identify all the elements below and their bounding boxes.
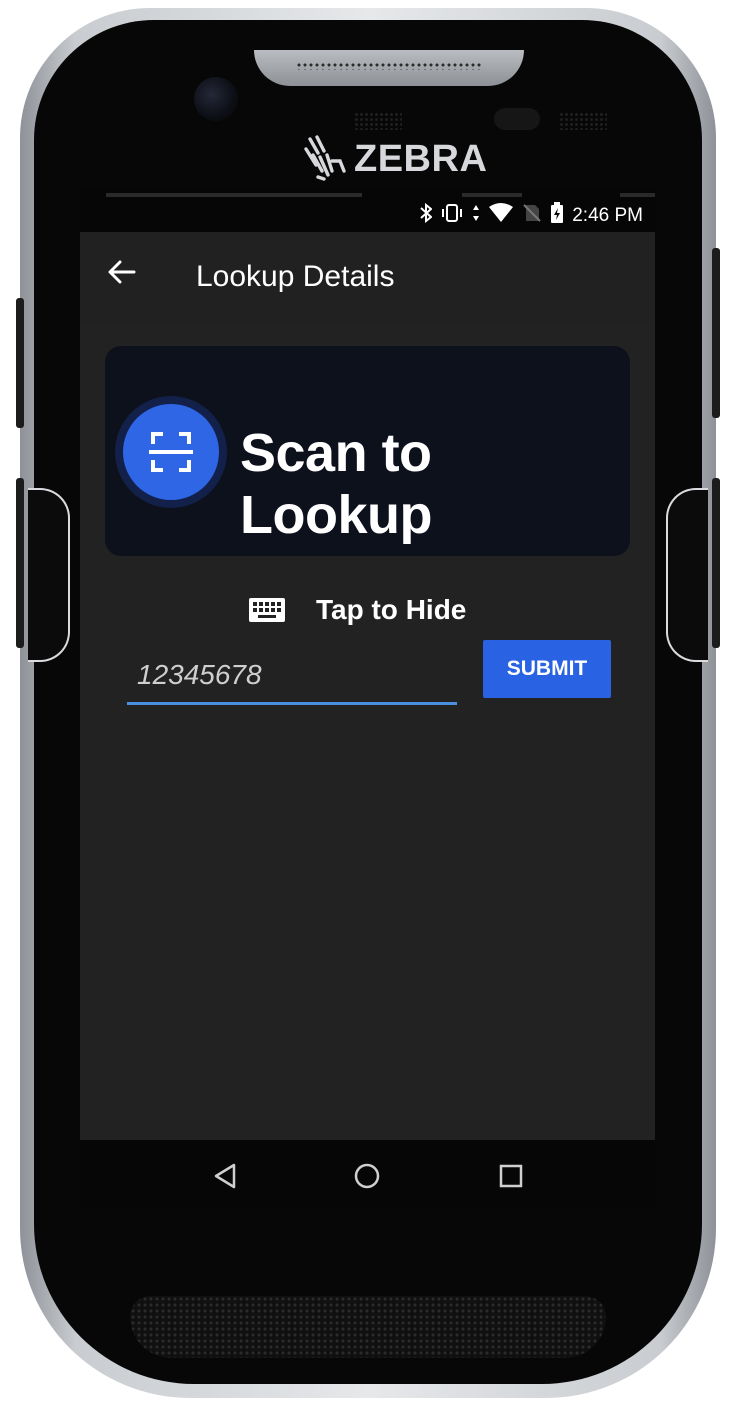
earpiece-speaker [254,50,524,86]
right-side-button-upper [712,248,720,418]
bottom-speaker-grill [130,1296,606,1358]
barcode-scan-icon [149,432,193,472]
bluetooth-icon [420,202,433,229]
vibrate-icon [440,203,464,229]
right-scan-trigger [666,488,708,662]
nav-back-button[interactable] [207,1158,243,1194]
zebra-head-icon [304,135,346,181]
brand-logo: ZEBRA [302,134,487,184]
proximity-sensor [494,108,540,130]
lookup-input[interactable] [127,650,457,700]
right-side-button-lower [712,478,720,648]
recents-icon [499,1164,523,1188]
left-scan-trigger [28,488,70,662]
back-button[interactable] [106,256,142,292]
sensor-grill-left [354,112,402,130]
toggle-label: Tap to Hide [316,594,467,625]
navigation-bar [80,1140,655,1208]
keyboard-icon [249,598,285,622]
page-title: Lookup Details [196,260,395,293]
status-bar: 2:46 PM [80,188,655,232]
submit-button[interactable]: SUBMIT [483,640,611,698]
status-time: 2:46 PM [572,205,643,226]
lookup-input-field[interactable] [127,650,457,705]
nav-recents-button[interactable] [493,1158,529,1194]
nav-home-button[interactable] [349,1158,385,1194]
app-bar: Lookup Details [80,232,655,323]
left-side-button-lower [16,478,24,648]
scan-label: Scan to Lookup [240,423,432,545]
front-camera [194,77,238,121]
wifi-icon [488,203,514,229]
left-side-button-upper [16,298,24,428]
data-arrows-icon [472,203,480,229]
keyboard-toggle[interactable]: Tap to Hide [248,592,466,628]
arrow-left-icon [108,260,136,284]
home-icon [354,1163,380,1189]
scan-to-lookup-card[interactable]: Scan to Lookup [105,346,630,556]
brand-name: ZEBRA [354,137,488,180]
back-icon [214,1163,236,1189]
no-sim-icon [522,203,542,229]
sensor-grill-right [559,112,607,130]
scan-button[interactable] [115,396,227,508]
battery-charging-icon [550,202,564,230]
device-screen: 2:46 PM Lookup Details Scan to Lookup Ta… [80,188,655,1208]
main-content: Scan to Lookup Tap to Hide SUBMIT [80,322,655,1140]
